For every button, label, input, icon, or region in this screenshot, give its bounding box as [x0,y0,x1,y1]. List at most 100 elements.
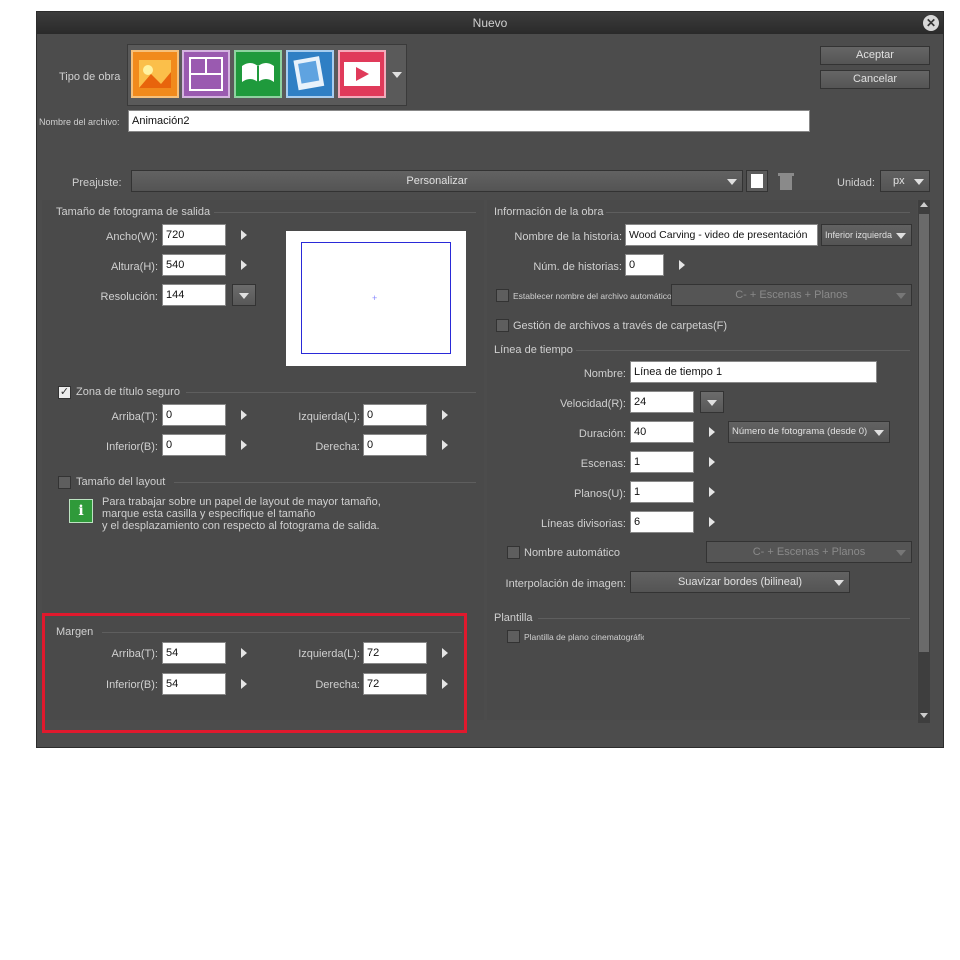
duration-unit-value: Número de fotograma (desde 0) [732,426,868,437]
timeline-title: Línea de tiempo [494,344,573,356]
scenes-field[interactable]: 1 [630,451,694,473]
shots-field[interactable]: 1 [630,481,694,503]
safe-zone-label: Zona de título seguro [76,386,180,398]
speed-dropdown[interactable] [700,391,724,413]
speed-label: Velocidad(R): [559,398,626,410]
layout-info-line: y el desplazamiento con respecto al foto… [102,520,380,532]
duration-unit-dropdown[interactable]: Número de fotograma (desde 0) [728,421,890,443]
preset-dropdown[interactable]: Personalizar [131,170,743,192]
auto-filename-checkbox[interactable] [496,289,509,302]
safe-right-field[interactable]: 0 [363,434,427,456]
story-position-value: Inferior izquierda [825,230,893,240]
safe-zone-checkbox[interactable]: ✓ [58,386,71,399]
resolution-label: Resolución: [100,291,158,303]
auto-filename-label: Establecer nombre del archivo automático [513,291,672,301]
auto-filename-value: C- + Escenas + Planos [735,289,848,301]
safe-right-label: Derecha: [315,441,360,453]
chevron-down-icon[interactable] [392,72,402,78]
filename-field[interactable]: Animación2 [128,110,810,132]
divider [186,392,476,393]
duration-field[interactable]: 40 [630,421,694,443]
duration-label: Duración: [578,428,626,440]
story-name-field[interactable]: Wood Carving - video de presentación [625,224,818,246]
interp-label: Interpolación de imagen: [505,578,626,590]
output-frame-title: Tamaño de fotograma de salida [56,206,211,218]
play-arrow-icon[interactable] [679,260,685,270]
book-icon[interactable] [234,50,282,98]
auto-filename-dropdown[interactable]: C- + Escenas + Planos [671,284,912,306]
scroll-down-icon[interactable] [920,713,928,718]
resolution-dropdown[interactable] [232,284,256,306]
cinema-template-label: Plantilla de plano cinematográfico [524,632,644,642]
safe-top-field[interactable]: 0 [162,404,226,426]
divider [214,212,476,213]
divider [606,212,910,213]
play-arrow-icon[interactable] [241,440,247,450]
comic-icon[interactable] [182,50,230,98]
animation-icon[interactable] [338,50,386,98]
layout-size-label: Tamaño del layout [76,476,166,488]
save-preset-icon[interactable] [746,170,768,192]
dividers-label: Líneas divisorias: [541,518,626,530]
layout-info-line: marque esta casilla y especifique el tam… [102,508,316,520]
auto-name-checkbox[interactable] [507,546,520,559]
filename-label: Nombre del archivo: [39,117,120,127]
info-icon: i [69,499,93,523]
trash-icon[interactable] [775,170,797,192]
webtoon-icon[interactable] [286,50,334,98]
scenes-label: Escenas: [580,458,626,470]
frame-preview: + [286,231,466,366]
width-label: Ancho(W): [106,231,158,243]
play-arrow-icon[interactable] [709,517,715,527]
scrollbar[interactable] [918,200,930,723]
width-field[interactable]: 720 [162,224,226,246]
play-arrow-icon[interactable] [709,427,715,437]
safe-bottom-field[interactable]: 0 [162,434,226,456]
work-type-label: Tipo de obra [59,71,121,83]
height-field[interactable]: 540 [162,254,226,276]
safe-left-field[interactable]: 0 [363,404,427,426]
story-count-field[interactable]: 0 [625,254,664,276]
safe-left-label: Izquierda(L): [298,411,360,423]
play-arrow-icon[interactable] [442,440,448,450]
divider [174,482,476,483]
play-arrow-icon[interactable] [241,260,247,270]
safe-top-label: Arriba(T): [111,411,158,423]
timeline-name-field[interactable]: Línea de tiempo 1 [630,361,877,383]
preset-label: Preajuste: [72,177,122,189]
folder-mgmt-label: Gestión de archivos a través de carpetas… [513,320,727,332]
interp-dropdown[interactable]: Suavizar bordes (bilineal) [630,571,850,593]
center-mark-icon: + [372,293,378,303]
cancel-button[interactable]: Cancelar [820,70,930,89]
auto-name-dropdown[interactable]: C- + Escenas + Planos [706,541,912,563]
shots-label: Planos(U): [574,488,626,500]
folder-mgmt-checkbox[interactable] [496,319,509,332]
safe-bottom-label: Inferior(B): [106,441,158,453]
speed-field[interactable]: 24 [630,391,694,413]
story-position-dropdown[interactable]: Inferior izquierda [821,224,912,246]
auto-name-value: C- + Escenas + Planos [752,546,866,558]
dialog-title: Nuevo [472,16,508,30]
scroll-up-icon[interactable] [920,202,928,207]
story-name-label: Nombre de la historia: [514,231,622,243]
unit-dropdown[interactable]: px [880,170,930,192]
template-title: Plantilla [494,612,533,624]
play-arrow-icon[interactable] [241,230,247,240]
height-label: Altura(H): [110,261,158,273]
dividers-field[interactable]: 6 [630,511,694,533]
resolution-field[interactable]: 144 [162,284,226,306]
preset-value: Personalizar [406,175,468,187]
close-icon[interactable]: ✕ [923,15,939,31]
play-arrow-icon[interactable] [241,410,247,420]
auto-name-label: Nombre automático [524,547,620,559]
unit-label: Unidad: [837,177,875,189]
cinema-template-checkbox[interactable] [507,630,520,643]
play-arrow-icon[interactable] [709,457,715,467]
play-arrow-icon[interactable] [709,487,715,497]
scrollbar-thumb[interactable] [919,214,929,652]
ok-button[interactable]: Aceptar [820,46,930,65]
layout-size-checkbox[interactable] [58,476,71,489]
title-bar: Nuevo ✕ [37,12,943,34]
play-arrow-icon[interactable] [442,410,448,420]
illustration-icon[interactable] [131,50,179,98]
